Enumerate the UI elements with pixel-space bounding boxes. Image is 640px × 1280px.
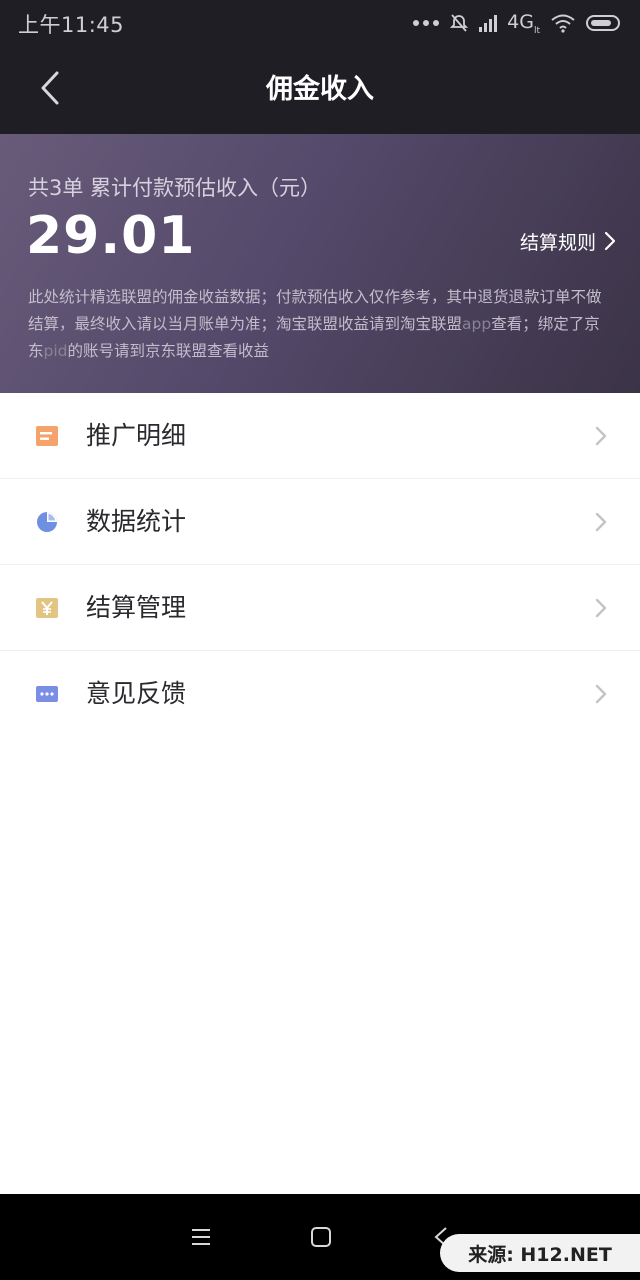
income-amount: 29.01 [26,206,196,266]
menu-item-data-statistics[interactable]: 数据统计 [0,479,640,565]
home-square-icon [311,1227,331,1247]
signal-icon [479,14,498,32]
wifi-icon [551,14,575,33]
chevron-right-icon [595,598,607,618]
chevron-left-icon [41,71,59,105]
chevron-right-icon [595,684,607,704]
order-summary-label: 共3单 累计付款预估收入（元） [28,176,322,200]
back-button[interactable] [28,66,72,110]
menu-item-label: 推广明细 [86,421,187,450]
pie-chart-icon [37,512,57,532]
more-dots-icon [413,20,440,26]
document-list-icon [36,426,58,446]
settlement-rules-label: 结算规则 [519,231,596,254]
settlement-rules-link[interactable]: 结算规则 [520,226,616,256]
income-summary: 共3单 累计付款预估收入（元） 29.01 结算规则 此处统计精选联盟的佣金收益… [0,134,640,393]
watermark: 来源: H12.NET [440,1234,640,1272]
recents-button[interactable] [186,1222,216,1252]
title-bar: 佣金收入 [0,46,640,134]
status-time: 上午11:45 [18,13,125,37]
income-description: 此处统计精选联盟的佣金收益数据；付款预估收入仅作参考，其中退货退款订单不做结算，… [28,288,602,360]
chevron-right-icon [595,426,607,446]
chat-bubble-icon [36,686,58,702]
status-bar: 上午11:45 4Glt [0,0,640,46]
menu-list: 推广明细 数据统计 结算管理 意见反馈 [0,393,640,1194]
menu-item-label: 意见反馈 [86,679,187,708]
alarm-off-icon [449,14,469,32]
menu-item-feedback[interactable]: 意见反馈 [0,651,640,736]
status-icons: 4Glt [413,9,620,37]
page-title: 佣金收入 [266,74,374,105]
network-label: 4Glt [507,10,540,36]
menu-item-promotion-details[interactable]: 推广明细 [0,393,640,479]
menu-icon [192,1229,210,1245]
chevron-right-icon [604,231,616,251]
home-button[interactable] [306,1222,336,1252]
yen-icon [36,598,58,618]
menu-item-settlement-management[interactable]: 结算管理 [0,565,640,651]
menu-item-label: 数据统计 [86,507,187,536]
battery-icon [586,15,620,31]
chevron-right-icon [595,512,607,532]
menu-item-label: 结算管理 [86,593,187,622]
